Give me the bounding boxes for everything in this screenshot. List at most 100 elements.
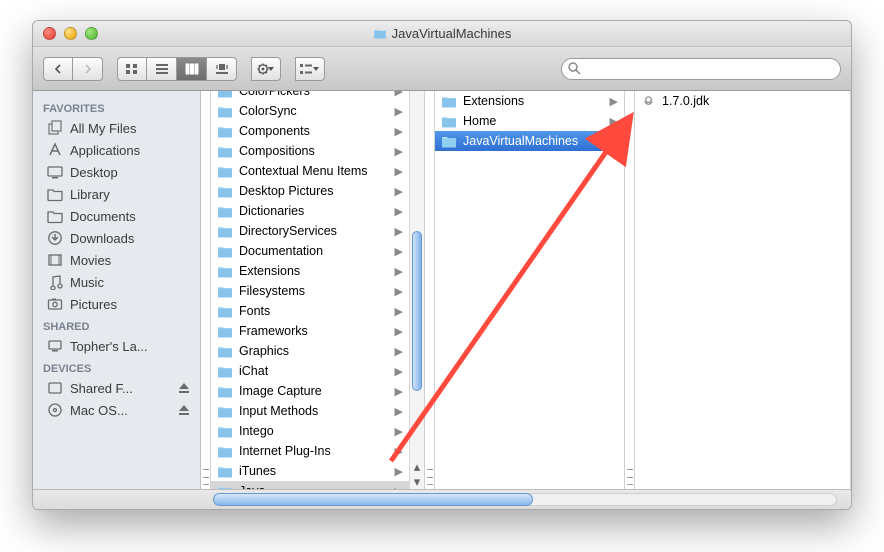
list-item[interactable]: iChat▶ <box>211 361 409 381</box>
chevron-right-icon: ▶ <box>395 345 403 358</box>
list-item[interactable]: Internet Plug-Ins▶ <box>211 441 409 461</box>
view-buttons <box>117 57 237 81</box>
list-item[interactable]: Extensions▶ <box>435 91 624 111</box>
list-item[interactable]: Frameworks▶ <box>211 321 409 341</box>
column-view-button[interactable] <box>177 57 207 81</box>
desktop-icon <box>47 164 63 180</box>
list-item[interactable]: Java▶ <box>211 481 409 489</box>
list-item[interactable]: 1.7.0.jdk <box>635 91 850 111</box>
list-item[interactable]: iTunes▶ <box>211 461 409 481</box>
sidebar-item-applications[interactable]: Applications <box>33 139 200 161</box>
horizontal-scrollbar[interactable] <box>213 493 837 506</box>
chevron-right-icon: ▶ <box>395 245 403 258</box>
disc-icon <box>47 402 63 418</box>
computer-icon <box>47 338 63 354</box>
icon-view-button[interactable] <box>117 57 147 81</box>
list-item[interactable]: JavaVirtualMachines▶ <box>435 131 624 151</box>
sidebar-item-downloads[interactable]: Downloads <box>33 227 200 249</box>
sidebar-item-pictures[interactable]: Pictures <box>33 293 200 315</box>
forward-button[interactable] <box>73 57 103 81</box>
arrange-button[interactable] <box>295 57 325 81</box>
scroll-up-arrow[interactable]: ▴ <box>410 459 424 474</box>
folder-icon <box>373 28 387 39</box>
chevron-right-icon: ▶ <box>395 285 403 298</box>
list-item[interactable]: Contextual Menu Items▶ <box>211 161 409 181</box>
list-item[interactable]: Documentation▶ <box>211 241 409 261</box>
sidebar-heading-devices: DEVICES <box>33 357 200 377</box>
search-field-wrap <box>561 58 841 80</box>
chevron-right-icon: ▶ <box>610 115 618 128</box>
sidebar[interactable]: FAVORITES All My Files Applications Desk… <box>33 91 201 489</box>
action-button-group <box>251 57 281 81</box>
eject-icon[interactable] <box>178 404 190 416</box>
chevron-right-icon: ▶ <box>395 225 403 238</box>
content: FAVORITES All My Files Applications Desk… <box>33 91 851 489</box>
sidebar-item-mac-os[interactable]: Mac OS... <box>33 399 200 421</box>
scroll-down-arrow[interactable]: ▾ <box>410 474 424 489</box>
column-2[interactable]: Extensions▶Home▶JavaVirtualMachines▶ <box>435 91 625 489</box>
search-input[interactable] <box>561 58 841 80</box>
coverflow-view-button[interactable] <box>207 57 237 81</box>
sidebar-item-music[interactable]: Music <box>33 271 200 293</box>
scrollbar-thumb[interactable] <box>412 231 422 391</box>
sidebar-heading-favorites: FAVORITES <box>33 97 200 117</box>
column-handle[interactable] <box>201 91 211 489</box>
sidebar-item-library[interactable]: Library <box>33 183 200 205</box>
folder-icon <box>47 208 63 224</box>
sidebar-item-documents[interactable]: Documents <box>33 205 200 227</box>
movies-icon <box>47 252 63 268</box>
list-item[interactable]: Image Capture▶ <box>211 381 409 401</box>
chevron-right-icon: ▶ <box>395 425 403 438</box>
list-item[interactable]: Components▶ <box>211 121 409 141</box>
list-item[interactable]: ColorSync▶ <box>211 101 409 121</box>
list-item[interactable]: Desktop Pictures▶ <box>211 181 409 201</box>
eject-icon[interactable] <box>178 382 190 394</box>
sidebar-item-shared-folder[interactable]: Shared F... <box>33 377 200 399</box>
sidebar-heading-shared: SHARED <box>33 315 200 335</box>
arrange-button-group <box>295 57 325 81</box>
sidebar-item-all-my-files[interactable]: All My Files <box>33 117 200 139</box>
column-1[interactable]: ColorPickers▶ColorSync▶Components▶Compos… <box>211 91 425 489</box>
column-handle[interactable] <box>625 91 635 489</box>
column-3[interactable]: 1.7.0.jdk <box>635 91 851 489</box>
apps-icon <box>47 142 63 158</box>
chevron-right-icon: ▶ <box>610 135 618 148</box>
chevron-right-icon: ▶ <box>395 105 403 118</box>
scrollbar-vertical[interactable]: ▴ ▾ <box>409 91 424 489</box>
chevron-right-icon: ▶ <box>395 185 403 198</box>
chevron-right-icon: ▶ <box>395 385 403 398</box>
list-item[interactable]: Home▶ <box>435 111 624 131</box>
column-view: ColorPickers▶ColorSync▶Components▶Compos… <box>201 91 851 489</box>
sidebar-item-shared-computer[interactable]: Topher's La... <box>33 335 200 357</box>
list-item[interactable]: Input Methods▶ <box>211 401 409 421</box>
chevron-right-icon: ▶ <box>395 445 403 458</box>
chevron-right-icon: ▶ <box>395 165 403 178</box>
list-item[interactable]: Compositions▶ <box>211 141 409 161</box>
list-item[interactable]: Dictionaries▶ <box>211 201 409 221</box>
window-title: JavaVirtualMachines <box>33 26 851 41</box>
column-handle[interactable] <box>425 91 435 489</box>
back-button[interactable] <box>43 57 73 81</box>
music-icon <box>47 274 63 290</box>
footer <box>33 489 851 509</box>
chevron-right-icon: ▶ <box>610 95 618 108</box>
titlebar[interactable]: JavaVirtualMachines <box>33 21 851 47</box>
list-item[interactable]: Filesystems▶ <box>211 281 409 301</box>
window-title-text: JavaVirtualMachines <box>392 26 512 41</box>
chevron-right-icon: ▶ <box>395 265 403 278</box>
sidebar-item-movies[interactable]: Movies <box>33 249 200 271</box>
list-item[interactable]: Graphics▶ <box>211 341 409 361</box>
chevron-right-icon: ▶ <box>395 305 403 318</box>
list-item[interactable]: Extensions▶ <box>211 261 409 281</box>
action-button[interactable] <box>251 57 281 81</box>
list-item[interactable]: DirectoryServices▶ <box>211 221 409 241</box>
chevron-right-icon: ▶ <box>395 465 403 478</box>
list-view-button[interactable] <box>147 57 177 81</box>
download-icon <box>47 230 63 246</box>
list-item[interactable]: ColorPickers▶ <box>211 91 409 101</box>
horizontal-scroll-thumb[interactable] <box>213 493 533 506</box>
list-item[interactable]: Intego▶ <box>211 421 409 441</box>
list-item[interactable]: Fonts▶ <box>211 301 409 321</box>
chevron-right-icon: ▶ <box>395 365 403 378</box>
sidebar-item-desktop[interactable]: Desktop <box>33 161 200 183</box>
